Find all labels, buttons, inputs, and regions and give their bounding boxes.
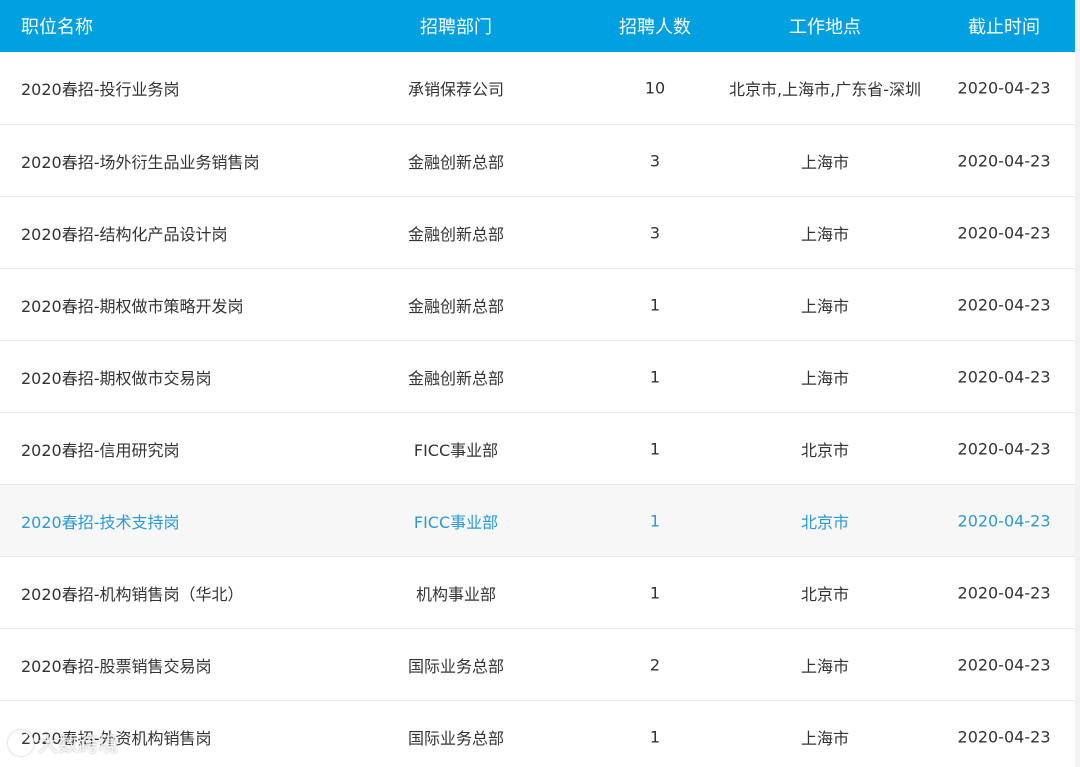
deadline: 2020-04-23: [957, 727, 1051, 746]
table-row[interactable]: 2020春招-场外衍生品业务销售岗 金融创新总部 3 上海市 2020-04-23: [0, 125, 1075, 197]
work-location: 上海市: [800, 656, 850, 676]
deadline: 2020-04-23: [957, 151, 1051, 170]
department: 金融创新总部: [407, 368, 505, 388]
deadline: 2020-04-23: [957, 511, 1051, 530]
deadline: 2020-04-23: [957, 367, 1051, 386]
headcount: 3: [649, 223, 661, 242]
headcount: 1: [649, 583, 661, 602]
headcount: 1: [649, 295, 661, 314]
deadline: 2020-04-23: [957, 655, 1051, 674]
deadline: 2020-04-23: [957, 583, 1051, 602]
job-listing-table: 职位名称 招聘部门 招聘人数 工作地点 截止时间 2020春招-投行业务岗 承销保…: [0, 0, 1075, 767]
table-row[interactable]: 2020春招-外资机构销售岗 国际业务总部 1 上海市 2020-04-23: [0, 701, 1075, 767]
work-location: 北京市: [800, 512, 850, 532]
column-header-name: 职位名称: [21, 17, 93, 38]
column-header-count: 招聘人数: [619, 17, 691, 38]
job-title[interactable]: 2020春招-机构销售岗（华北）: [21, 581, 244, 605]
deadline: 2020-04-23: [957, 78, 1051, 98]
job-title[interactable]: 2020春招-期权做市交易岗: [21, 365, 212, 389]
department: 金融创新总部: [407, 296, 505, 316]
table-body: 2020春招-投行业务岗 承销保荐公司 10 北京市,上海市,广东省-深圳 2020-0…: [0, 52, 1075, 767]
job-title[interactable]: 2020春招-投行业务岗: [21, 76, 180, 100]
headcount: 3: [649, 151, 661, 170]
table-row[interactable]: 2020春招-期权做市交易岗 金融创新总部 1 上海市 2020-04-23: [0, 341, 1075, 413]
column-header-dept: 招聘部门: [420, 17, 492, 38]
work-location: 北京市: [800, 440, 850, 460]
department: 金融创新总部: [407, 224, 505, 244]
column-header-deadline: 截止时间: [968, 17, 1040, 38]
work-location: 北京市: [800, 584, 850, 604]
department: FICC事业部: [413, 512, 499, 532]
deadline: 2020-04-23: [957, 223, 1051, 242]
work-location: 上海市: [800, 224, 850, 244]
table-row[interactable]: 2020春招-机构销售岗（华北） 机构事业部 1 北京市 2020-04-23: [0, 557, 1075, 629]
department: FICC事业部: [413, 440, 499, 460]
headcount: 1: [649, 439, 661, 458]
table-row[interactable]: 2020春招-投行业务岗 承销保荐公司 10 北京市,上海市,广东省-深圳 2020-0…: [0, 52, 1075, 125]
headcount: 1: [649, 511, 661, 530]
job-title[interactable]: 2020春招-结构化产品设计岗: [21, 221, 228, 245]
department: 承销保荐公司: [407, 80, 505, 99]
work-location: 上海市: [800, 728, 850, 748]
headcount: 10: [644, 78, 666, 98]
job-title[interactable]: 2020春招-外资机构销售岗: [21, 725, 212, 749]
job-title[interactable]: 2020春招-股票销售交易岗: [21, 653, 212, 677]
headcount: 2: [649, 655, 661, 674]
job-title[interactable]: 2020春招-期权做市策略开发岗: [21, 293, 244, 317]
work-location: 上海市: [800, 368, 850, 388]
table-row[interactable]: 2020春招-技术支持岗 FICC事业部 1 北京市 2020-04-23: [0, 485, 1075, 557]
job-title[interactable]: 2020春招-场外衍生品业务销售岗: [21, 149, 260, 173]
work-location: 上海市: [800, 296, 850, 316]
job-title[interactable]: 2020春招-技术支持岗: [21, 509, 180, 533]
headcount: 1: [649, 727, 661, 746]
table-row[interactable]: 2020春招-结构化产品设计岗 金融创新总部 3 上海市 2020-04-23: [0, 197, 1075, 269]
table-row[interactable]: 2020春招-信用研究岗 FICC事业部 1 北京市 2020-04-23: [0, 413, 1075, 485]
department: 金融创新总部: [407, 152, 505, 172]
department: 国际业务总部: [407, 728, 505, 748]
department: 国际业务总部: [407, 656, 505, 676]
table-row[interactable]: 2020春招-股票销售交易岗 国际业务总部 2 上海市 2020-04-23: [0, 629, 1075, 701]
table-row[interactable]: 2020春招-期权做市策略开发岗 金融创新总部 1 上海市 2020-04-23: [0, 269, 1075, 341]
department: 机构事业部: [415, 584, 497, 604]
table-header: 职位名称 招聘部门 招聘人数 工作地点 截止时间: [0, 0, 1075, 52]
job-title[interactable]: 2020春招-信用研究岗: [21, 437, 180, 461]
deadline: 2020-04-23: [957, 439, 1051, 458]
headcount: 1: [649, 367, 661, 386]
deadline: 2020-04-23: [957, 295, 1051, 314]
work-location: 上海市: [800, 152, 850, 172]
column-header-location: 工作地点: [789, 17, 861, 38]
work-location: 北京市,上海市,广东省-深圳: [729, 80, 921, 99]
